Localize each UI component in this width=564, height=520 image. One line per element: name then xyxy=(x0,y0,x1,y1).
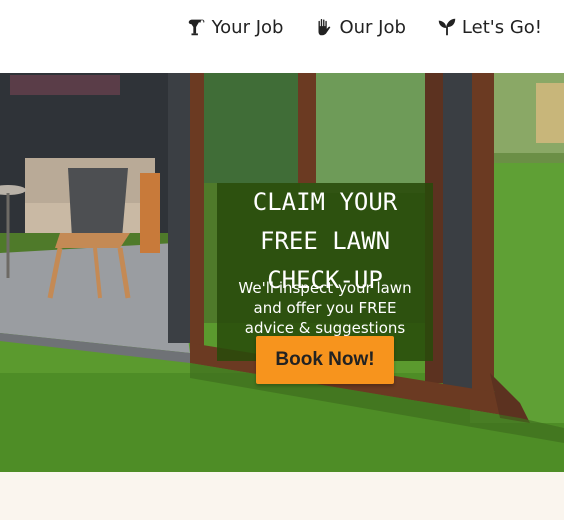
nav-item-lets-go[interactable]: Let's Go! xyxy=(436,16,542,38)
offer-text-line: advice & suggestions xyxy=(244,319,406,337)
offer-title-line: CLAIM YOUR xyxy=(252,188,398,216)
nav-item-our-job[interactable]: Our Job xyxy=(313,16,406,38)
seedling-icon xyxy=(436,16,458,38)
nav-label-your-job: Your Job xyxy=(211,16,284,38)
offer-description: We'll inspect your lawn and offer you FR… xyxy=(217,278,433,338)
offer-panel: CLAIM YOUR FREE LAWN CHECK-UP We'll insp… xyxy=(217,183,433,361)
nav-item-your-job[interactable]: Your Job xyxy=(186,16,284,38)
hand-icon xyxy=(313,16,335,38)
offer-text-line: We'll inspect your lawn xyxy=(238,279,412,297)
nav-label-our-job: Our Job xyxy=(339,16,406,38)
nav-label-lets-go: Let's Go! xyxy=(461,16,542,38)
offer-text-line: and offer you FREE xyxy=(253,299,397,317)
main-nav: Your Job Our Job Let's Go! xyxy=(186,16,542,38)
offer-title-line: FREE LAWN xyxy=(259,227,391,255)
content-band xyxy=(0,472,564,520)
hero-banner: CLAIM YOUR FREE LAWN CHECK-UP We'll insp… xyxy=(0,73,564,472)
watering-can-icon xyxy=(186,16,208,38)
site-header: Your Job Our Job Let's Go! xyxy=(0,0,564,73)
book-now-button[interactable]: Book Now! xyxy=(256,336,394,384)
